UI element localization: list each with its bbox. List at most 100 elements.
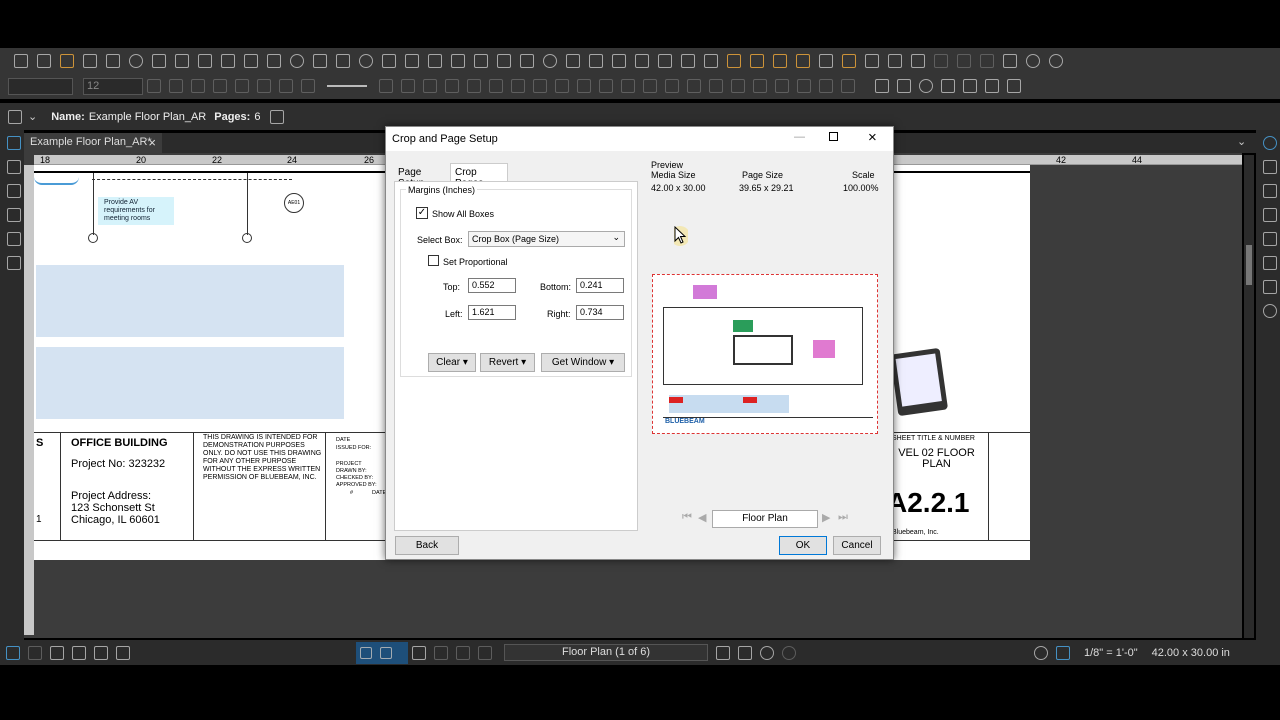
measure-diameter-icon[interactable] [543,53,557,68]
hatch-icon[interactable] [577,79,591,93]
measure-area-icon[interactable] [474,53,488,68]
underline-icon[interactable] [235,79,249,93]
next-page-icon[interactable] [716,645,730,660]
line-icon[interactable] [244,53,258,68]
measure-calibration-icon[interactable] [1056,645,1070,660]
links-icon[interactable] [1263,208,1277,222]
grid-icon[interactable] [775,79,789,93]
measure-count-icon[interactable] [589,53,603,68]
thumbnails-icon[interactable] [7,136,21,150]
font-family-select[interactable] [8,77,73,95]
flatten-icon[interactable] [796,53,810,68]
bottom-margin-input[interactable]: 0.241 [576,278,624,293]
previous-view-icon[interactable] [760,645,774,660]
chevron-down-icon[interactable]: ⌄ [1237,135,1246,148]
sync-view-icon[interactable] [94,645,108,660]
polygon-icon[interactable] [382,53,396,68]
brightness-icon[interactable] [1034,645,1048,660]
align-objects-icon[interactable] [599,79,613,93]
prev-page-icon[interactable]: ◀ [698,511,706,524]
measure-volume-icon[interactable] [520,53,534,68]
tab-page-setup[interactable]: Page Setup [394,165,450,189]
align-center-icon[interactable] [279,79,293,93]
layers-icon[interactable] [7,184,21,198]
single-page-icon[interactable] [28,645,42,660]
page-navigation[interactable]: Floor Plan (1 of 6) [504,644,708,661]
content-snap-icon[interactable] [797,79,811,93]
rotate-markup-icon[interactable] [709,79,723,93]
select-box-dropdown[interactable]: Crop Box (Page Size) ⌄ [468,231,625,247]
cancel-button[interactable]: Cancel [833,536,881,555]
measure-perimeter-icon[interactable] [497,53,511,68]
close-icon[interactable]: × [868,129,877,146]
next-page-icon[interactable]: ▶ [822,511,830,524]
cutout-icon[interactable] [704,53,718,68]
markup-snap-icon[interactable] [819,79,833,93]
font-size-select[interactable]: 12 [83,77,143,95]
signatures-icon[interactable] [7,232,21,246]
text-replace-icon[interactable] [911,53,925,68]
measure-angle-icon[interactable] [566,53,580,68]
dimension-icon[interactable] [313,53,327,68]
calibrate-icon[interactable] [635,53,649,68]
text-tool-icon[interactable] [842,53,856,68]
back-button[interactable]: Back [395,536,459,555]
measurements-icon[interactable] [1263,160,1277,174]
minimize-icon[interactable]: — [794,131,805,143]
page-preview[interactable]: BLUEBEAM [652,274,878,434]
page-setup-icon[interactable] [750,53,764,68]
text-box-icon[interactable] [14,53,28,68]
ellipse-icon[interactable] [359,53,373,68]
vertical-scrollbar[interactable] [1244,155,1254,638]
last-page-icon[interactable]: ⏭ [838,511,848,524]
revert-button[interactable]: Revert ▾ [480,353,535,372]
polyline-icon[interactable] [428,53,442,68]
document-tab[interactable]: Example Floor Plan_AR* × [24,133,162,153]
snap-icon[interactable] [753,79,767,93]
eraser-icon[interactable] [681,53,695,68]
ungroup-icon[interactable] [467,79,481,93]
ok-button[interactable]: OK [779,536,827,555]
spell-check-icon[interactable] [819,53,833,68]
toolchest-icon[interactable] [7,208,21,222]
search-icon[interactable] [1263,304,1277,318]
properties-panel-icon[interactable] [1263,184,1277,198]
callout-icon[interactable] [152,53,166,68]
left-margin-input[interactable]: 1.621 [468,305,516,320]
measure-length-icon[interactable] [451,53,465,68]
send-back-icon[interactable] [665,79,679,93]
distribute-icon[interactable] [621,79,635,93]
opacity-icon[interactable] [555,79,569,93]
line-start-icon[interactable] [379,79,393,93]
pen-icon[interactable] [83,53,97,68]
pan-icon[interactable] [1003,53,1017,68]
strikethrough-icon[interactable] [213,79,227,93]
markups-panel-icon[interactable] [1263,232,1277,246]
flip-icon[interactable] [687,79,701,93]
form-field-icon[interactable] [963,79,977,93]
move-icon[interactable] [731,79,745,93]
highlight-icon[interactable] [60,53,74,68]
set-proportional-checkbox[interactable] [428,255,439,266]
cloud-icon[interactable] [405,53,419,68]
get-window-button[interactable]: Get Window ▾ [541,353,625,372]
clear-button[interactable]: Clear ▾ [428,353,476,372]
arrow-icon[interactable] [267,53,281,68]
zoom-in-icon[interactable] [1026,53,1040,68]
fill-color-icon[interactable] [511,79,525,93]
next-view-icon[interactable] [782,645,796,660]
compare-icon[interactable] [1263,280,1277,294]
last-page-icon[interactable] [738,645,752,660]
snapshot-icon[interactable] [658,53,672,68]
right-margin-input[interactable]: 0.734 [576,305,624,320]
studio-icon[interactable] [1263,256,1277,270]
select-tool-icon[interactable] [380,646,392,659]
attachment-icon[interactable] [221,53,235,68]
split-horizontal-icon[interactable] [72,645,86,660]
align-left-icon[interactable] [257,79,271,93]
page-thumbnail-icon[interactable] [270,109,285,124]
button-tool-icon[interactable] [985,79,999,93]
menu-icon[interactable] [6,645,20,660]
bookmarks-icon[interactable] [7,160,21,174]
scale-readout[interactable]: 1/8" = 1'-0" [1084,647,1138,659]
